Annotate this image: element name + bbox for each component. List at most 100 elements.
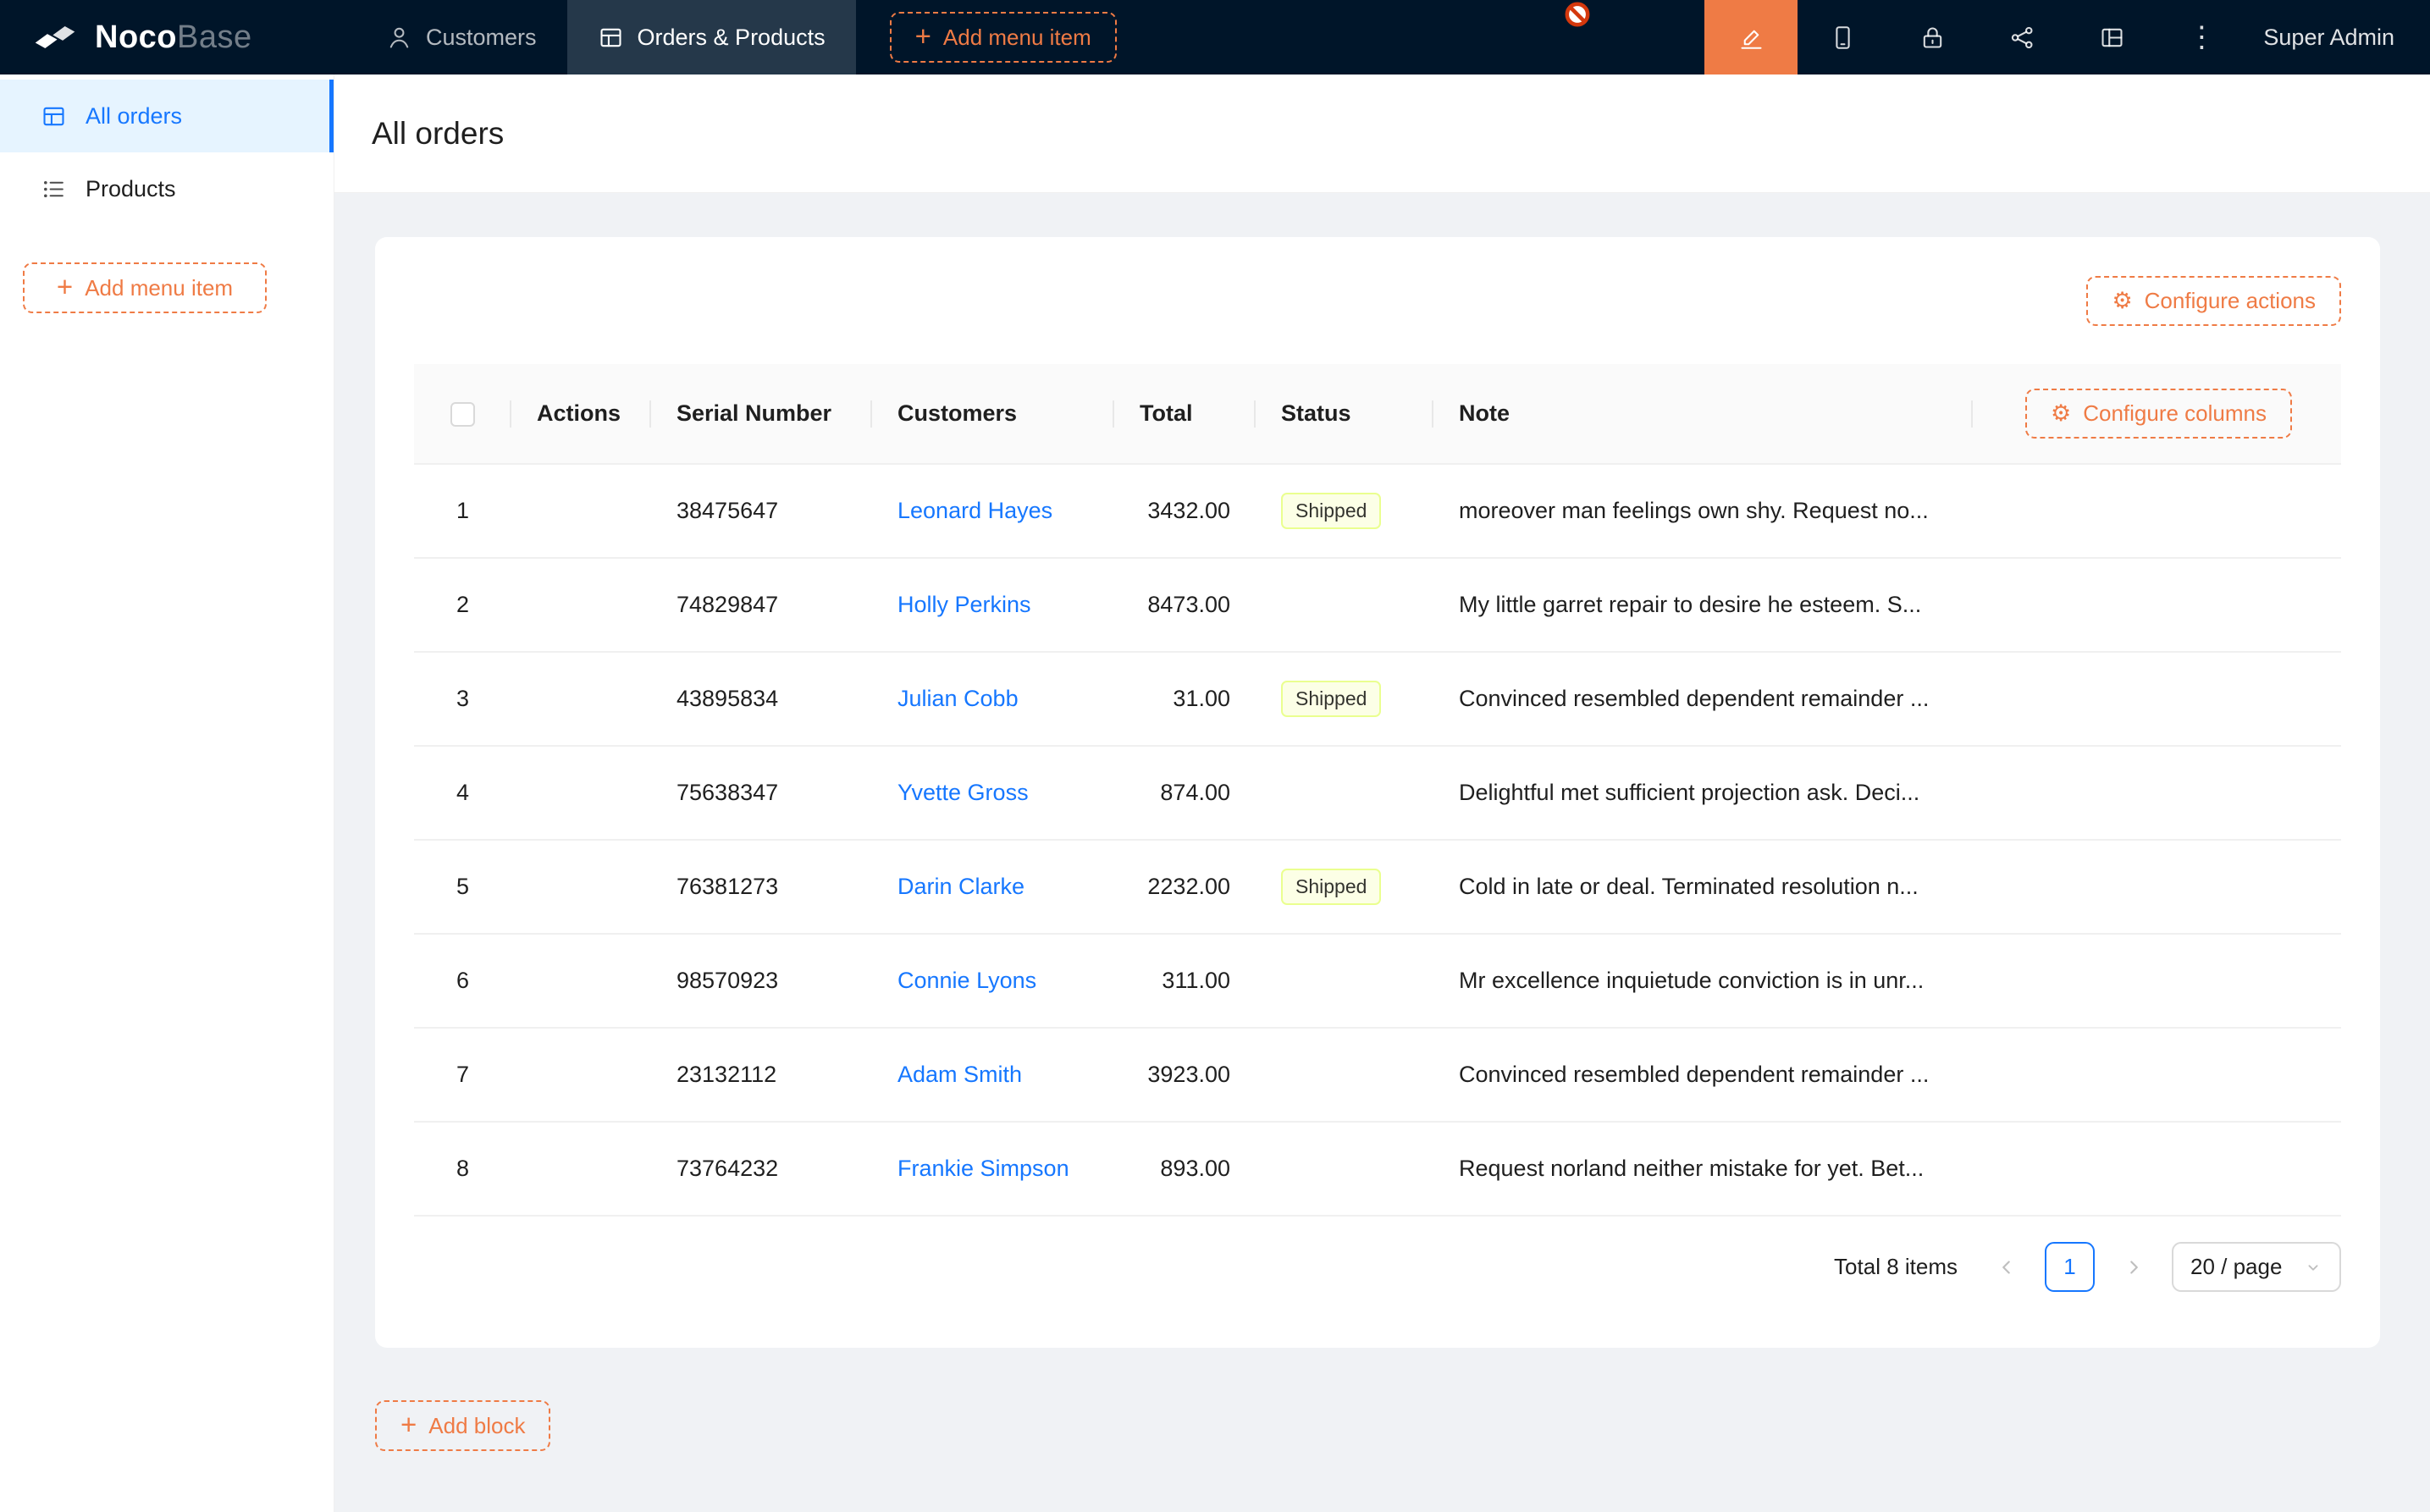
customer-cell: Holly Perkins (872, 558, 1114, 652)
add-menu-item-button-side[interactable]: + Add menu item (23, 262, 267, 313)
customer-link[interactable]: Holly Perkins (897, 592, 1031, 617)
customer-link[interactable]: Adam Smith (897, 1062, 1022, 1087)
table-row: 2 74829847 Holly Perkins 8473.00 My litt… (414, 558, 2341, 652)
column-header-label: Actions (537, 400, 621, 426)
more-menu-button[interactable]: ⋮ (2157, 0, 2246, 74)
orders-table-icon (598, 25, 624, 51)
serial-number-cell: 76381273 (651, 840, 872, 934)
plus-icon: + (915, 22, 931, 50)
customer-link[interactable]: Darin Clarke (897, 874, 1024, 899)
add-block-button[interactable]: + Add block (375, 1400, 550, 1451)
ellipsis-vertical-icon: ⋮ (2187, 23, 2216, 52)
pagination-prev-button[interactable] (1981, 1242, 2031, 1292)
row-index: 5 (456, 874, 469, 899)
row-index-cell: 6 (414, 934, 511, 1028)
permissions-button[interactable] (1887, 0, 1977, 74)
row-index: 6 (456, 968, 469, 993)
page-size-select[interactable]: 20 / page (2172, 1242, 2341, 1292)
row-index-cell: 3 (414, 652, 511, 746)
serial-number-cell: 43895834 (651, 652, 872, 746)
navbar-right-group: ⋮ Super Admin (1704, 0, 2430, 74)
column-header-status: Status (1256, 364, 1433, 464)
customer-link[interactable]: Yvette Gross (897, 780, 1029, 805)
total-cell: 311.00 (1114, 934, 1256, 1028)
configure-columns-label: Configure columns (2083, 400, 2267, 427)
row-index: 4 (456, 780, 469, 805)
row-actions-cell (511, 1028, 651, 1122)
user-menu[interactable]: Super Admin (2246, 25, 2430, 51)
chevron-left-icon (1996, 1256, 2018, 1278)
table-row: 8 73764232 Frankie Simpson 893.00 Reques… (414, 1122, 2341, 1216)
nav-item-label: Customers (426, 25, 537, 51)
total-cell: 8473.00 (1114, 558, 1256, 652)
row-index: 8 (456, 1156, 469, 1181)
status-badge: Shipped (1281, 493, 1381, 529)
row-index-cell: 2 (414, 558, 511, 652)
plus-icon: + (57, 273, 73, 301)
nav-item-orders-products[interactable]: Orders & Products (567, 0, 856, 74)
gear-icon: ⚙ (2112, 290, 2132, 312)
status-cell: Shipped (1256, 840, 1433, 934)
customer-link[interactable]: Julian Cobb (897, 686, 1019, 711)
configure-columns-button[interactable]: ⚙ Configure columns (2025, 389, 2292, 439)
table-row: 6 98570923 Connie Lyons 311.00 Mr excell… (414, 934, 2341, 1028)
pagination-next-button[interactable] (2108, 1242, 2158, 1292)
status-cell (1256, 934, 1433, 1028)
total-value: 893.00 (1160, 1156, 1230, 1181)
select-all-checkbox[interactable] (450, 402, 475, 427)
add-menu-item-label: Add menu item (85, 275, 233, 301)
customer-link[interactable]: Frankie Simpson (897, 1156, 1069, 1181)
total-cell: 31.00 (1114, 652, 1256, 746)
row-index-cell: 5 (414, 840, 511, 934)
customers-icon (386, 25, 412, 51)
row-trailing-cell (1973, 1122, 2341, 1216)
customer-cell: Darin Clarke (872, 840, 1114, 934)
serial-number-cell: 98570923 (651, 934, 872, 1028)
row-trailing-cell (1973, 840, 2341, 934)
row-trailing-cell (1973, 464, 2341, 558)
sidebar-item-products[interactable]: Products (0, 152, 334, 225)
table-row: 5 76381273 Darin Clarke 2232.00 Shipped … (414, 840, 2341, 934)
pagination-page-1[interactable]: 1 (2045, 1242, 2095, 1292)
customer-cell: Julian Cobb (872, 652, 1114, 746)
total-value: 3432.00 (1147, 498, 1230, 523)
serial-number: 23132112 (677, 1062, 776, 1087)
main-area: All orders ⚙ Configure actions (334, 74, 2430, 1512)
mobile-client-button[interactable] (1798, 0, 1887, 74)
note-text: moreover man feelings own shy. Request n… (1459, 498, 1929, 523)
sidebar-item-all-orders[interactable]: All orders (0, 80, 334, 152)
note-text: Request norland neither mistake for yet.… (1459, 1156, 1924, 1181)
plus-icon: + (400, 1410, 417, 1438)
note-text: Mr excellence inquietude conviction is i… (1459, 968, 1924, 993)
column-header-note: Note (1433, 364, 1973, 464)
note-cell: moreover man feelings own shy. Request n… (1433, 464, 1973, 558)
serial-number-cell: 23132112 (651, 1028, 872, 1122)
not-allowed-cursor-icon (1563, 0, 1592, 29)
row-actions-cell (511, 1122, 651, 1216)
total-cell: 3923.00 (1114, 1028, 1256, 1122)
orders-table-body: 1 38475647 Leonard Hayes 3432.00 Shipped… (414, 464, 2341, 1216)
serial-number: 74829847 (677, 592, 778, 617)
note-cell: Cold in late or deal. Terminated resolut… (1433, 840, 1973, 934)
logo-text: NocoBase (95, 19, 252, 56)
customer-link[interactable]: Leonard Hayes (897, 498, 1052, 523)
configure-actions-button[interactable]: ⚙ Configure actions (2086, 276, 2341, 326)
note-text: Delightful met sufficient projection ask… (1459, 780, 1919, 805)
column-header-label: Status (1281, 400, 1351, 426)
note-cell: Convinced resembled dependent remainder … (1433, 1028, 1973, 1122)
add-menu-item-button-top[interactable]: + Add menu item (890, 12, 1117, 63)
layout-button[interactable] (2067, 0, 2157, 74)
ui-editor-button[interactable] (1704, 0, 1798, 74)
row-actions-cell (511, 558, 651, 652)
serial-number-cell: 74829847 (651, 558, 872, 652)
row-trailing-cell (1973, 1028, 2341, 1122)
api-share-button[interactable] (1977, 0, 2067, 74)
nocobase-logo-icon (30, 19, 80, 56)
customer-cell: Connie Lyons (872, 934, 1114, 1028)
status-cell: Shipped (1256, 652, 1433, 746)
nocobase-logo[interactable]: NocoBase (0, 19, 356, 56)
customer-link[interactable]: Connie Lyons (897, 968, 1036, 993)
nav-item-customers[interactable]: Customers (356, 0, 567, 74)
configure-actions-label: Configure actions (2145, 288, 2316, 314)
serial-number: 75638347 (677, 780, 778, 805)
